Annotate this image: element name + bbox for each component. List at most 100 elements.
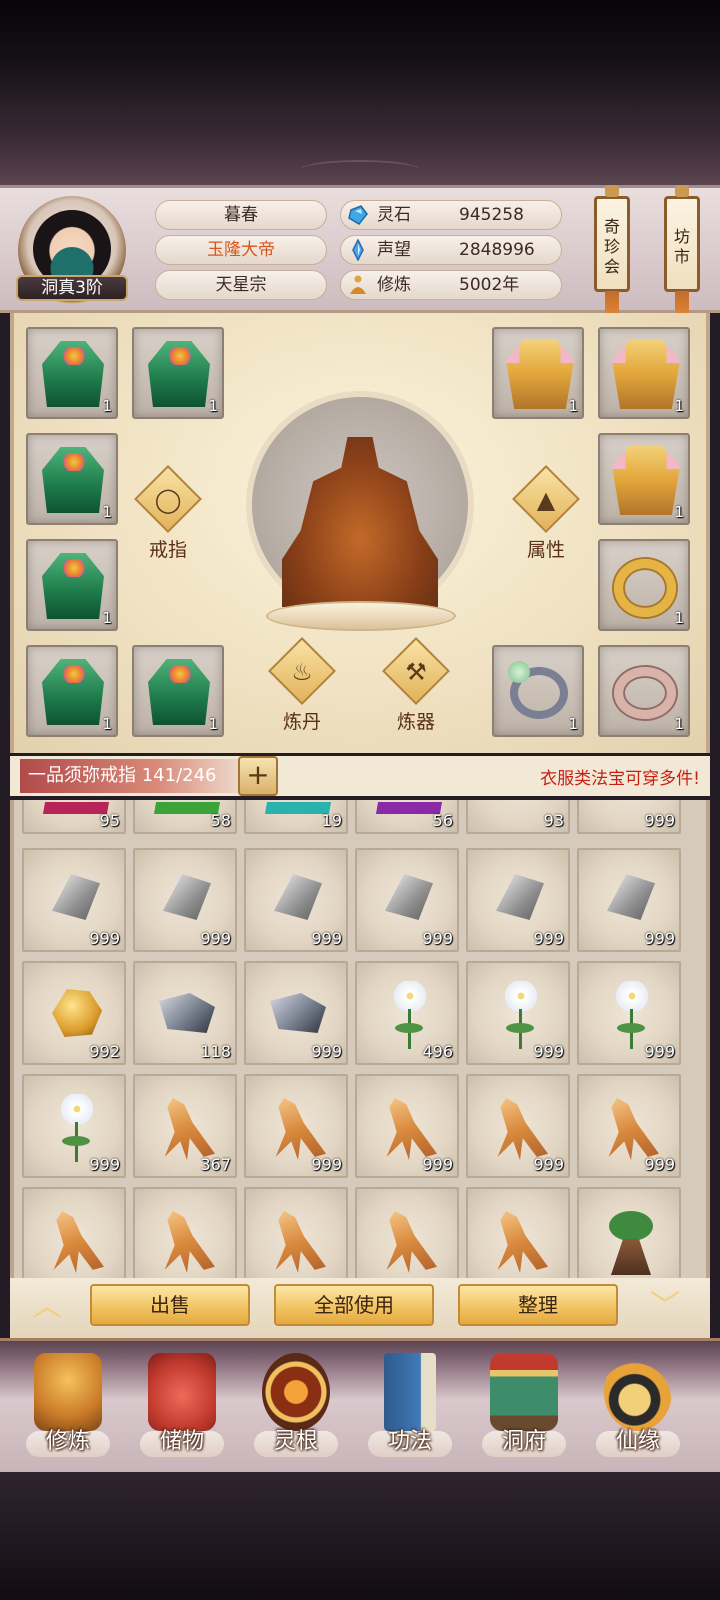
inventory-cell[interactable]: 999 (577, 800, 681, 834)
storage-bag-icon (148, 1353, 216, 1431)
inventory-cell[interactable] (355, 1187, 459, 1278)
item-count: 999 (311, 1042, 342, 1061)
ginseng-root-icon (53, 1211, 104, 1273)
inventory-cell[interactable]: 999 (466, 961, 570, 1065)
cultivation-icon (350, 275, 366, 294)
nav-immortal-fate[interactable]: 仙缘 (588, 1351, 688, 1469)
inventory-cell[interactable]: 999 (133, 848, 237, 952)
equip-slot-robe[interactable]: 1 (26, 539, 118, 631)
inventory-cell[interactable]: 999 (577, 961, 681, 1065)
sort-button[interactable]: 整理 (458, 1284, 618, 1326)
item-count: 999 (533, 929, 564, 948)
inventory-cell[interactable]: 56 (355, 800, 459, 834)
equip-slot-ring[interactable]: 1 (598, 539, 690, 631)
inventory-cell[interactable]: 367 (133, 1074, 237, 1178)
equip-slot-ring[interactable]: 1 (598, 645, 690, 737)
item-count: 999 (422, 1155, 453, 1174)
inventory-cell[interactable]: 999 (577, 848, 681, 952)
inventory-cell[interactable]: 999 (355, 848, 459, 952)
equipment-panel: 1 1 1 1 1 1 1 1 1 1 1 1 ◯ 戒指 ▲ 属性 ♨ 炼丹 ⚒… (10, 313, 710, 753)
inventory-cell[interactable] (133, 1187, 237, 1278)
inventory-cell[interactable]: 999 (466, 1074, 570, 1178)
nav-label: 修炼 (45, 1429, 90, 1454)
technique-book-icon (384, 1353, 436, 1431)
inventory-cell[interactable]: 999 (577, 1074, 681, 1178)
inventory-cell[interactable]: 999 (244, 1074, 348, 1178)
sell-button[interactable]: 出售 (90, 1284, 250, 1326)
inventory-cell[interactable]: 992 (22, 961, 126, 1065)
inventory-grid[interactable]: 95 58 19 56 93 999 999 999 999 999 999 9… (10, 800, 710, 1278)
market-banner[interactable]: 坊市 (664, 185, 700, 321)
inventory-cell[interactable]: 95 (22, 800, 126, 834)
inventory-cell[interactable]: 999 (22, 848, 126, 952)
player-title[interactable]: 玉隆大帝 (155, 235, 327, 265)
bottom-safe-area (0, 1472, 720, 1600)
item-count: 999 (422, 929, 453, 948)
inventory-cell[interactable]: 999 (244, 961, 348, 1065)
silver-ore-icon (607, 874, 655, 920)
inventory-cell[interactable] (466, 1187, 570, 1278)
nav-cultivate[interactable]: 修炼 (18, 1351, 118, 1469)
alchemy-button[interactable]: ♨ 炼丹 (262, 637, 342, 737)
pedestal (266, 601, 456, 631)
stat-spirit-stone: 灵石 945258 (340, 200, 562, 230)
equip-slot-robe[interactable]: 1 (492, 327, 584, 419)
player-sect[interactable]: 天星宗 (155, 270, 327, 300)
banner-label: 坊市 (673, 227, 690, 266)
inventory-cell[interactable]: 118 (133, 961, 237, 1065)
equip-slot-robe[interactable]: 1 (598, 327, 690, 419)
item-count: 999 (533, 1155, 564, 1174)
item-count: 1 (102, 503, 112, 521)
nav-storage[interactable]: 储物 (132, 1351, 232, 1469)
character-silhouette (246, 391, 474, 619)
forging-button[interactable]: ⚒ 炼器 (376, 637, 456, 737)
inventory-cell[interactable]: 999 (355, 1074, 459, 1178)
equip-slot-robe[interactable]: 1 (26, 433, 118, 525)
expand-storage-button[interactable]: + (238, 756, 278, 796)
inventory-cell[interactable]: 999 (466, 848, 570, 952)
equip-slot-robe[interactable]: 1 (132, 645, 224, 737)
stat-label: 灵石 (377, 205, 411, 225)
item-count: 999 (644, 1042, 675, 1061)
equip-notice: 衣服类法宝可穿多件! (540, 769, 700, 789)
inventory-cell[interactable]: 93 (466, 800, 570, 834)
storage-ring-capacity: 一品须弥戒指 141/246 (20, 759, 248, 793)
inventory-cell[interactable] (577, 1187, 681, 1278)
inventory-cell[interactable] (22, 1187, 126, 1278)
item-count: 56 (432, 811, 453, 830)
scroll-down-arrow-icon[interactable]: ﹀ (640, 1290, 690, 1324)
item-count: 1 (674, 503, 684, 521)
ring-button[interactable]: ◯ 戒指 (128, 465, 208, 565)
equip-slot-robe[interactable]: 1 (598, 433, 690, 525)
equip-slot-robe[interactable]: 1 (26, 327, 118, 419)
forging-label: 炼器 (396, 711, 435, 733)
nav-spirit-root[interactable]: 灵根 (246, 1351, 346, 1469)
scroll-up-arrow-icon[interactable]: ︿ (22, 1290, 72, 1324)
inventory-cell[interactable] (244, 1187, 348, 1278)
treasure-auction-banner[interactable]: 奇珍会 (594, 185, 630, 321)
cauldron-icon: ♨ (291, 658, 313, 686)
nav-cave-abode[interactable]: 洞府 (474, 1351, 574, 1469)
attributes-button[interactable]: ▲ 属性 (506, 465, 586, 565)
white-flower-icon (609, 981, 653, 1051)
equip-slot-ring[interactable]: 1 (492, 645, 584, 737)
inventory-cell[interactable]: 999 (244, 848, 348, 952)
use-all-button[interactable]: 全部使用 (274, 1284, 434, 1326)
equip-slot-robe[interactable]: 1 (132, 327, 224, 419)
cultivate-icon (34, 1353, 102, 1431)
rank-badge: 洞真3阶 (16, 275, 128, 301)
nav-technique[interactable]: 功法 (360, 1351, 460, 1469)
nav-label: 洞府 (501, 1429, 546, 1454)
silver-ore-icon (52, 874, 100, 920)
cave-abode-icon (490, 1353, 558, 1431)
item-count: 999 (644, 811, 675, 830)
inventory-cell[interactable]: 496 (355, 961, 459, 1065)
item-count: 1 (208, 715, 218, 733)
equip-slot-robe[interactable]: 1 (26, 645, 118, 737)
gold-robe-icon (612, 445, 680, 515)
inventory-cell[interactable]: 999 (22, 1074, 126, 1178)
inventory-cell[interactable]: 19 (244, 800, 348, 834)
item-count: 1 (568, 715, 578, 733)
item-count: 93 (543, 811, 564, 830)
inventory-cell[interactable]: 58 (133, 800, 237, 834)
